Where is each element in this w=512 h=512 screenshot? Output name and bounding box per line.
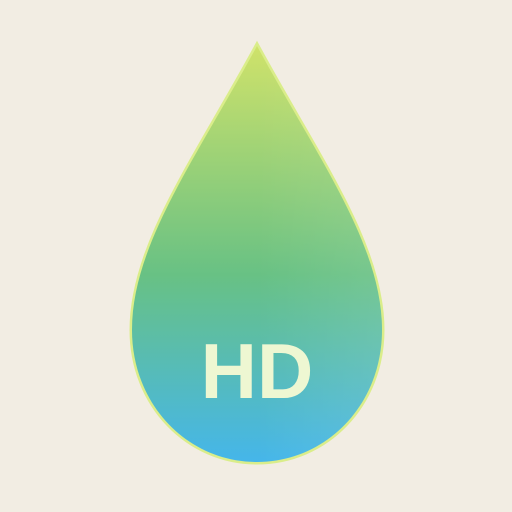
water-drop-icon: HD (129, 40, 385, 465)
badge-text: HD (201, 327, 314, 415)
app-icon: HD (0, 0, 512, 512)
